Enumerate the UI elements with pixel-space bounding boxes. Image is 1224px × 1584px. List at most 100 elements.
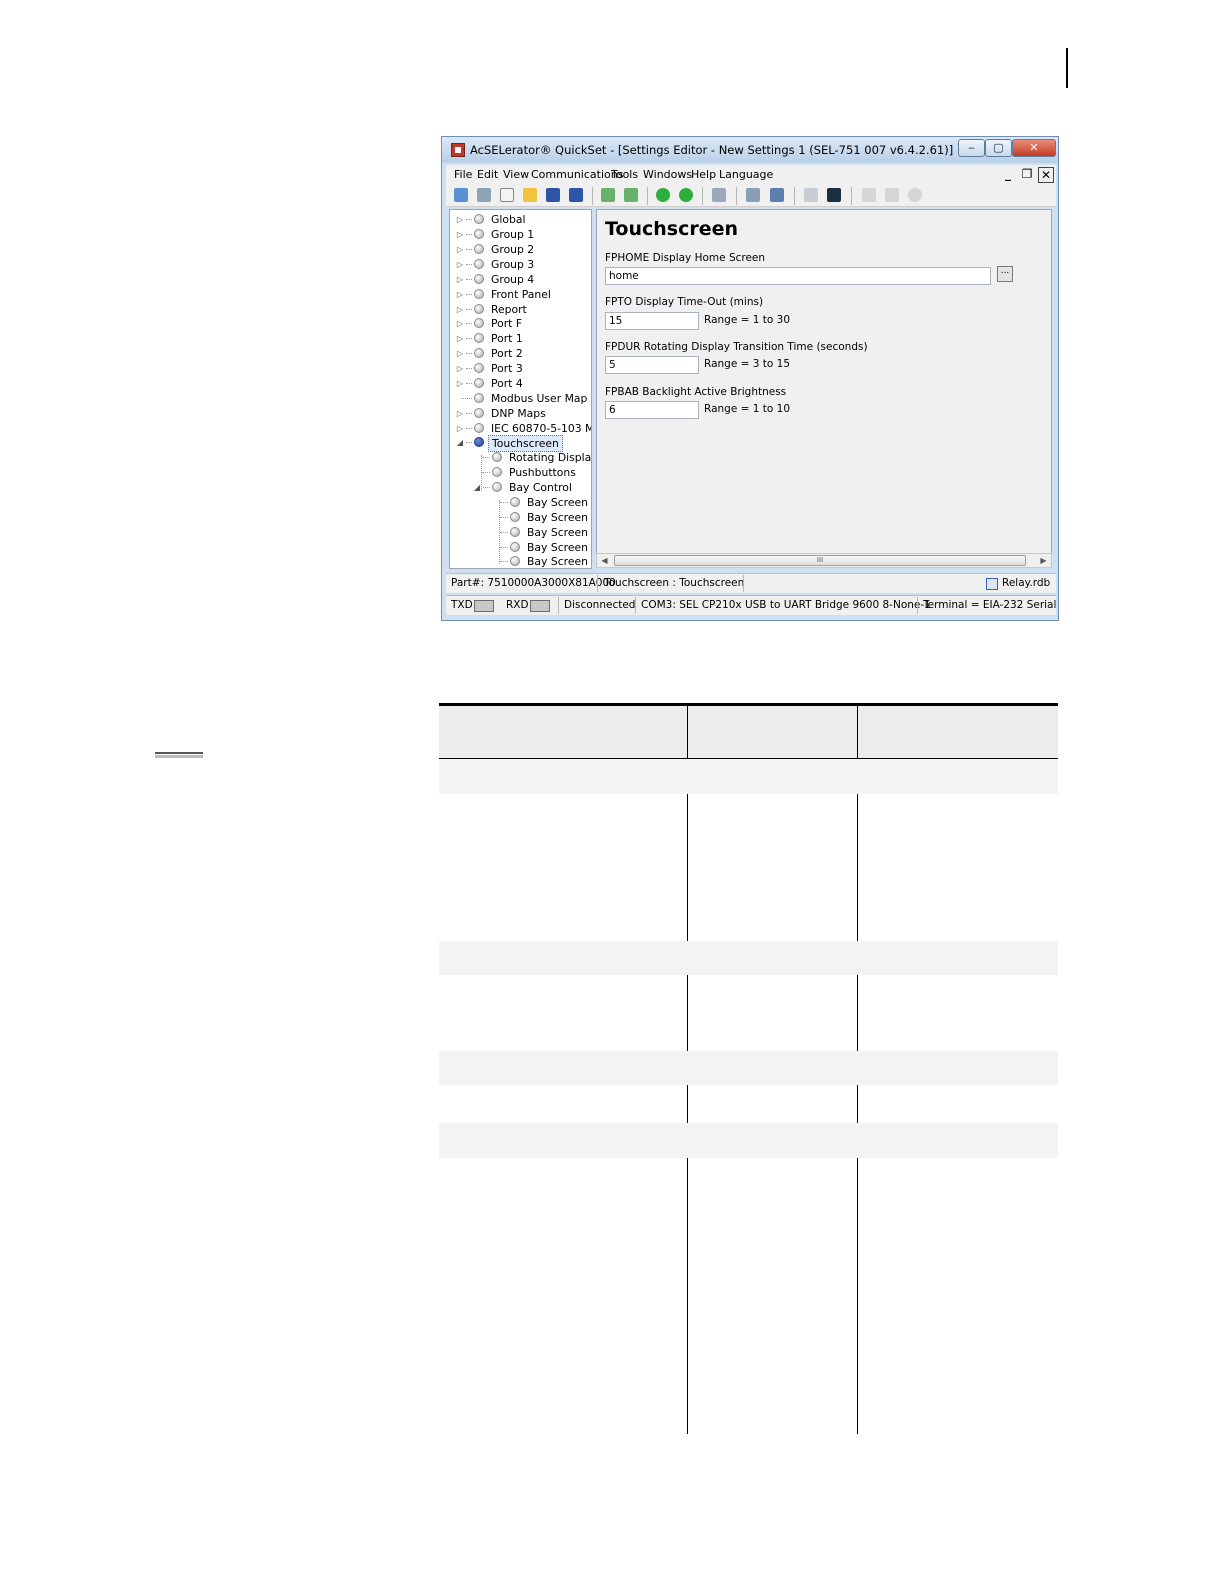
fphome-input[interactable]: home (605, 267, 991, 285)
minimize-button[interactable]: ‒ (958, 139, 985, 157)
device-icon[interactable] (770, 188, 784, 202)
fpdur-input[interactable]: 5 (605, 356, 699, 374)
scroll-thumb[interactable]: III (614, 555, 1026, 566)
mdi-restore-button[interactable]: ❐ (1019, 167, 1035, 183)
terminal-icon[interactable] (827, 188, 841, 202)
expand-arrow-icon[interactable]: ▷ (455, 406, 465, 421)
new-file-icon[interactable] (500, 188, 514, 202)
close-button[interactable]: ✕ (1012, 139, 1056, 157)
expand-arrow-icon[interactable]: ▷ (455, 287, 465, 302)
node-bullet-icon (474, 423, 484, 433)
toolbar-separator (736, 187, 737, 205)
horizontal-scrollbar[interactable]: ◀ III ▶ (596, 553, 1052, 568)
menu-edit[interactable]: Edit (477, 168, 498, 181)
browse-button[interactable]: ... (997, 266, 1013, 282)
report-disabled-icon[interactable] (885, 188, 899, 202)
save-all-icon[interactable] (569, 188, 583, 202)
tree-item-group-4[interactable]: ▷ Group 4 (455, 272, 590, 287)
expand-arrow-icon[interactable]: ▷ (455, 227, 465, 242)
home-icon[interactable] (454, 188, 468, 202)
node-bullet-icon (474, 304, 484, 314)
tree-connector (466, 323, 472, 324)
tree-item-pushbuttons[interactable]: Pushbuttons (455, 465, 590, 480)
tree-item-global[interactable]: ▷ Global (455, 212, 590, 227)
expand-arrow-icon[interactable]: ▷ (455, 257, 465, 272)
tree-item-port-2[interactable]: ▷ Port 2 (455, 346, 590, 361)
fpbab-input[interactable]: 6 (605, 401, 699, 419)
tree-item-front-panel[interactable]: ▷ Front Panel (455, 287, 590, 302)
menu-tools[interactable]: Tools (611, 168, 638, 181)
expand-arrow-icon[interactable]: ▷ (455, 272, 465, 287)
tree-item-bay-screen-5[interactable]: Bay Screen 5 (455, 554, 592, 568)
tree-item-bay-screen-2[interactable]: Bay Screen 2 (455, 510, 591, 525)
fpto-input[interactable]: 15 (605, 312, 699, 330)
spell-check-icon[interactable] (712, 188, 726, 202)
gear-disabled-icon[interactable] (908, 188, 922, 202)
menu-language[interactable]: Language (719, 168, 773, 181)
expand-arrow-icon[interactable]: ▷ (455, 242, 465, 257)
menu-file[interactable]: File (454, 168, 472, 181)
send-icon[interactable] (679, 188, 693, 202)
menu-help[interactable]: Help (691, 168, 716, 181)
mdi-close-button[interactable]: ✕ (1038, 167, 1054, 183)
edit-disabled-icon[interactable] (862, 188, 876, 202)
mdi-minimize-button[interactable]: _ (1000, 167, 1016, 183)
expand-arrow-icon[interactable]: ▷ (455, 376, 465, 391)
tree-item-bay-control[interactable]: ◢ Bay Control (455, 480, 590, 495)
tree-item-port-4[interactable]: ▷ Port 4 (455, 376, 590, 391)
tree-connector (461, 398, 472, 399)
tree-item-bay-screen-1[interactable]: Bay Screen 1 (455, 495, 592, 510)
node-bullet-icon (474, 363, 484, 373)
scroll-left-icon[interactable]: ◀ (597, 554, 612, 567)
toolbar-separator (592, 187, 593, 205)
tree-item-iec-map[interactable]: ▷ IEC 60870-5-103 Map (455, 421, 591, 436)
toolbar-separator (794, 187, 795, 205)
import-icon[interactable] (601, 188, 615, 202)
tree-item-group-3[interactable]: ▷ Group 3 (455, 257, 590, 272)
tree-item-label: Bay Screen 1 (527, 496, 592, 509)
meter-icon[interactable] (804, 188, 818, 202)
collapse-arrow-icon[interactable]: ◢ (455, 435, 465, 450)
menu-communications[interactable]: Communications (531, 168, 623, 181)
export-icon[interactable] (624, 188, 638, 202)
tree-connector (466, 264, 472, 265)
tree-item-port-1[interactable]: ▷ Port 1 (455, 331, 590, 346)
expand-arrow-icon[interactable]: ▷ (455, 346, 465, 361)
tree-item-touchscreen[interactable]: ◢ Touchscreen (455, 435, 590, 452)
menu-windows[interactable]: Windows (643, 168, 692, 181)
expand-arrow-icon[interactable]: ▷ (455, 361, 465, 376)
tree-item-group-1[interactable]: ▷ Group 1 (455, 227, 590, 242)
tree-item-bay-screen-3[interactable]: Bay Screen 3 (455, 525, 591, 540)
status-divider (917, 597, 918, 614)
menu-view[interactable]: View (503, 168, 529, 181)
expand-arrow-icon[interactable]: ▷ (455, 421, 465, 436)
scroll-right-icon[interactable]: ▶ (1036, 554, 1051, 567)
page-header-rule (1066, 48, 1068, 88)
node-bullet-icon (474, 229, 484, 239)
tree-item-port-3[interactable]: ▷ Port 3 (455, 361, 590, 376)
expand-arrow-icon[interactable]: ▷ (455, 212, 465, 227)
tree-item-group-2[interactable]: ▷ Group 2 (455, 242, 590, 257)
table-header (439, 703, 1058, 759)
connect-icon[interactable] (746, 188, 760, 202)
expand-arrow-icon[interactable]: ▷ (455, 302, 465, 317)
tree-item-dnp-maps[interactable]: ▷ DNP Maps (455, 406, 590, 421)
expand-arrow-icon[interactable]: ▷ (455, 316, 465, 331)
expand-arrow-icon[interactable]: ▷ (455, 331, 465, 346)
tree-item-bay-screen-4[interactable]: Bay Screen 4 (455, 540, 591, 555)
tree-item-port-f[interactable]: ▷ Port F (455, 316, 590, 331)
save-icon[interactable] (546, 188, 560, 202)
open-folder-icon[interactable] (523, 188, 537, 202)
tree-item-report[interactable]: ▷ Report (455, 302, 590, 317)
title-bar[interactable]: AcSELerator® QuickSet - [Settings Editor… (442, 137, 1058, 163)
node-bullet-icon (510, 527, 520, 537)
tree-item-modbus-user-map[interactable]: Modbus User Map (455, 391, 590, 406)
maximize-button[interactable]: ▢ (985, 139, 1012, 157)
settings-icon[interactable] (477, 188, 491, 202)
tree-item-label: Port 3 (491, 362, 523, 375)
read-icon[interactable] (656, 188, 670, 202)
tree-item-label: Bay Screen 5 (527, 555, 592, 568)
tree-item-rotating-display[interactable]: Rotating Display (455, 450, 591, 465)
collapse-arrow-icon[interactable]: ◢ (472, 480, 482, 495)
tree-connector (466, 219, 472, 220)
